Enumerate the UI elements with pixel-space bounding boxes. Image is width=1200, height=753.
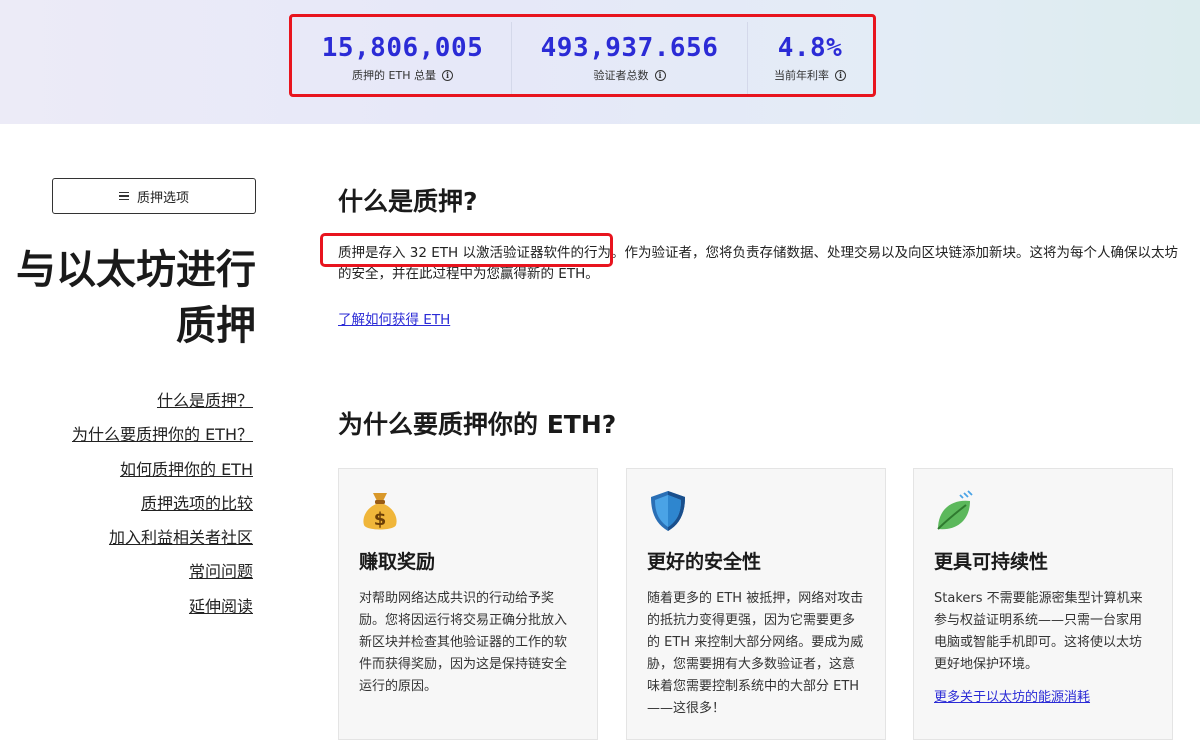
- card-title: 赚取奖励: [359, 551, 436, 573]
- stat-total-validators: 493,937.656 验证者总数 i: [512, 22, 748, 94]
- card-title: 更具可持续性: [934, 551, 1049, 573]
- card-text: Stakers 不需要能源密集型计算机来参与权益证明系统——只需一台家用电脑或智…: [934, 591, 1143, 672]
- toc-link-what-is-staking[interactable]: 什么是质押？: [157, 384, 253, 418]
- stat-value: 493,937.656: [540, 33, 719, 63]
- info-icon[interactable]: i: [654, 69, 666, 81]
- stat-total-staked: 15,806,005 质押的 ETH 总量 i: [294, 22, 512, 94]
- toc-link-faq[interactable]: 常问问题: [189, 555, 253, 589]
- what-is-staking-heading: 什么是质押?: [338, 187, 478, 216]
- toc-link-compare-options[interactable]: 质押选项的比较: [141, 487, 253, 521]
- svg-text:$: $: [374, 509, 387, 530]
- energy-consumption-link[interactable]: 更多关于以太坊的能源消耗: [934, 686, 1090, 705]
- toc-link-why-stake[interactable]: 为什么要质押你的 ETH？: [72, 418, 253, 452]
- stat-label: 当前年利率: [774, 69, 829, 82]
- stat-value: 15,806,005: [321, 33, 484, 63]
- learn-get-eth-link[interactable]: 了解如何获得 ETH: [338, 308, 450, 328]
- stat-value: 4.8%: [777, 33, 843, 63]
- staking-options-button[interactable]: 质押选项: [52, 178, 256, 214]
- stats-banner: 15,806,005 质押的 ETH 总量 i 493,937.656 验证者总…: [0, 0, 1200, 124]
- toc-link-further-reading[interactable]: 延伸阅读: [189, 590, 253, 624]
- card-security: 更好的安全性 随着更多的 ETH 被抵押，网络对攻击的抵抗力变得更强，因为它需要…: [626, 468, 886, 740]
- stats-row: 15,806,005 质押的 ETH 总量 i 493,937.656 验证者总…: [294, 22, 872, 94]
- card-title: 更好的安全性: [647, 551, 762, 573]
- toc-link-community[interactable]: 加入利益相关者社区: [109, 521, 253, 555]
- card-rewards: $ 赚取奖励 对帮助网络达成共识的行动给予奖励。您将因运行将交易正确分批放入新区…: [338, 468, 598, 740]
- card-text: 对帮助网络达成共识的行动给予奖励。您将因运行将交易正确分批放入新区块并检查其他验…: [359, 591, 568, 694]
- menu-icon: [118, 191, 129, 201]
- info-icon[interactable]: i: [441, 69, 453, 81]
- page-title: 与以太坊进行 质押: [16, 247, 256, 349]
- shield-icon: [651, 491, 685, 531]
- card-text: 随着更多的 ETH 被抵押，网络对攻击的抵抗力变得更强，因为它需要更多的 ETH…: [647, 591, 864, 716]
- leaf-icon: [937, 490, 973, 530]
- intro-highlight-text: 质押是存入 32 ETH 以激活验证器软件的行为: [338, 245, 611, 261]
- info-icon[interactable]: i: [835, 69, 846, 81]
- table-of-contents: 什么是质押？ 为什么要质押你的 ETH？ 如何质押你的 ETH 质押选项的比较 …: [72, 384, 253, 624]
- staking-options-label: 质押选项: [136, 190, 189, 206]
- card-sustainability: 更具可持续性 Stakers 不需要能源密集型计算机来参与权益证明系统——只需一…: [913, 468, 1173, 740]
- stat-label: 验证者总数: [593, 69, 649, 82]
- money-bag-icon: $: [363, 493, 397, 530]
- intro-paragraph: 质押是存入 32 ETH 以激活验证器软件的行为。作为验证者，您将负责存储数据、…: [338, 243, 1178, 285]
- stat-label: 质押的 ETH 总量: [352, 69, 436, 82]
- why-stake-heading: 为什么要质押你的 ETH?: [338, 410, 617, 439]
- toc-link-how-to-stake[interactable]: 如何质押你的 ETH: [120, 453, 253, 487]
- stat-apr: 4.8% 当前年利率 i: [748, 22, 872, 94]
